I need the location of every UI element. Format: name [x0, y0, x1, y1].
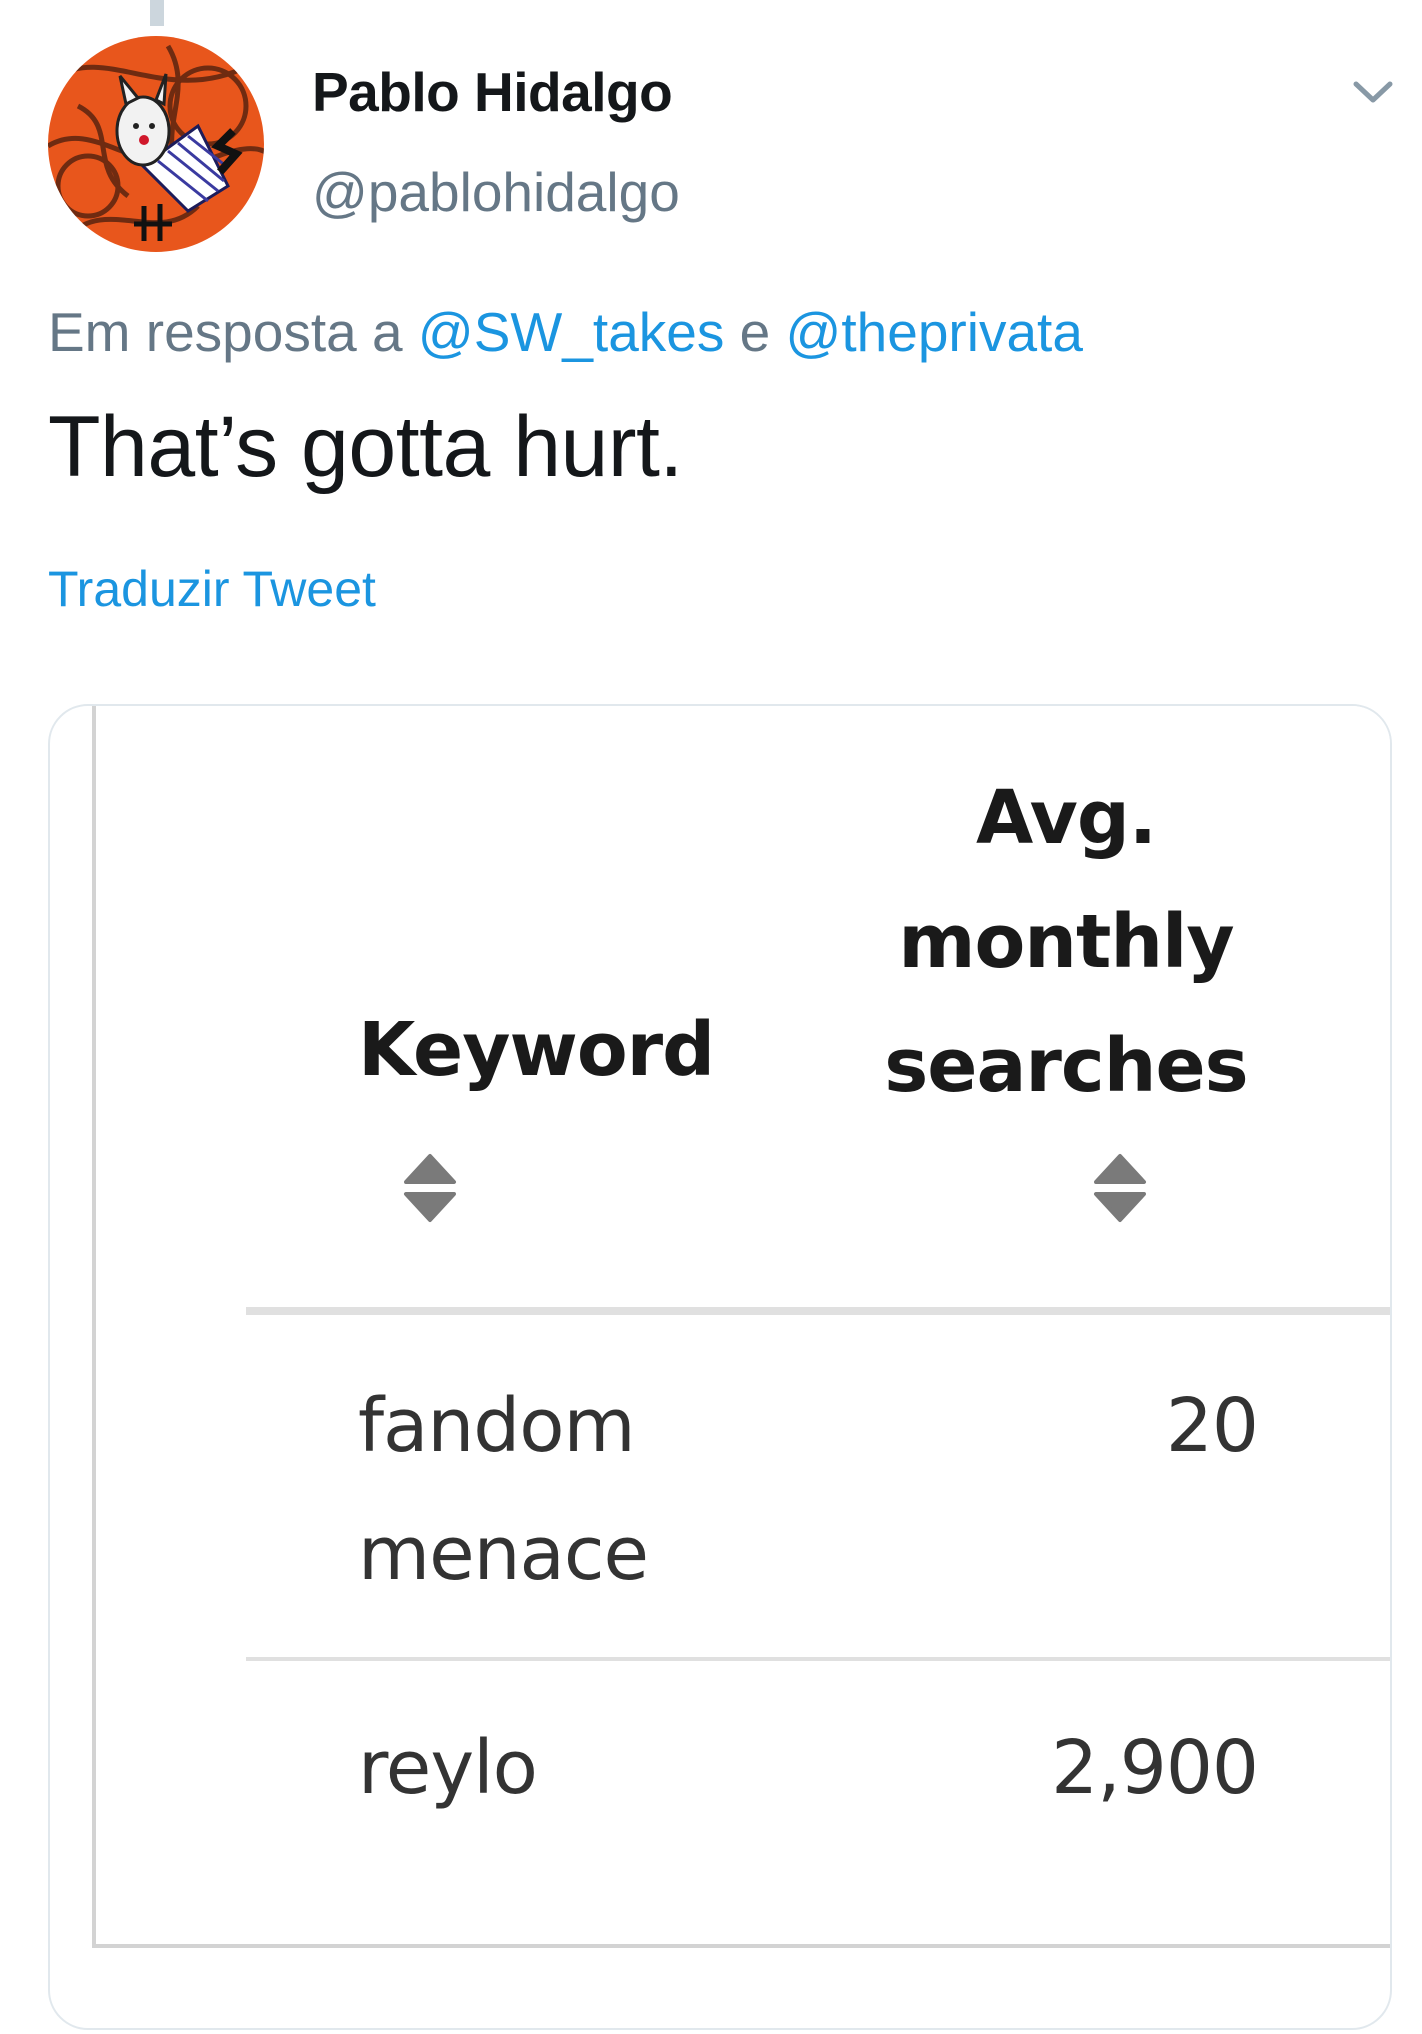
reply-context: Em resposta a @SW_takes e @theprivata	[48, 300, 1083, 364]
author-name[interactable]: Pablo Hidalgo	[312, 60, 673, 124]
sort-icon	[1092, 1152, 1148, 1224]
column-header-line: Keyword	[358, 1007, 715, 1093]
avatar[interactable]	[48, 36, 264, 252]
reply-mention-link[interactable]: @theprivata	[786, 301, 1083, 363]
tweet-media-image[interactable]: Keyword Avg. monthly searches fandom men…	[48, 704, 1392, 2030]
avatar-illustration	[48, 36, 264, 252]
table-cell-searches: 2,900	[1051, 1725, 1259, 1811]
column-header-line: Avg.	[976, 775, 1157, 861]
sort-icon	[402, 1152, 458, 1224]
tweet-text: That’s gotta hurt.	[48, 399, 683, 495]
chevron-down-icon[interactable]	[1348, 72, 1398, 112]
column-header-keyword: Keyword	[358, 988, 715, 1112]
thread-connector-line	[150, 0, 164, 26]
table-cell-keyword: reylo	[358, 1704, 778, 1832]
table-header-divider	[246, 1307, 1390, 1315]
table-cell-keyword: fandom menace	[358, 1362, 778, 1618]
author-handle[interactable]: @pablohidalgo	[312, 160, 680, 224]
translate-tweet-link[interactable]: Traduzir Tweet	[48, 560, 376, 618]
column-header-line: searches	[884, 1023, 1248, 1109]
reply-joiner: e	[739, 301, 771, 363]
column-header-line: monthly	[898, 899, 1234, 985]
cell-line: fandom	[358, 1383, 636, 1469]
table-screenshot: Keyword Avg. monthly searches fandom men…	[92, 706, 1390, 1948]
table-cell-searches: 20	[1165, 1383, 1259, 1469]
column-header-searches: Avg. monthly searches	[866, 756, 1266, 1128]
cell-line: menace	[358, 1511, 649, 1597]
reply-prefix: Em resposta a	[48, 301, 403, 363]
cell-line: reylo	[358, 1725, 538, 1811]
table-row-divider	[246, 1657, 1390, 1661]
reply-mention-link[interactable]: @SW_takes	[418, 301, 724, 363]
